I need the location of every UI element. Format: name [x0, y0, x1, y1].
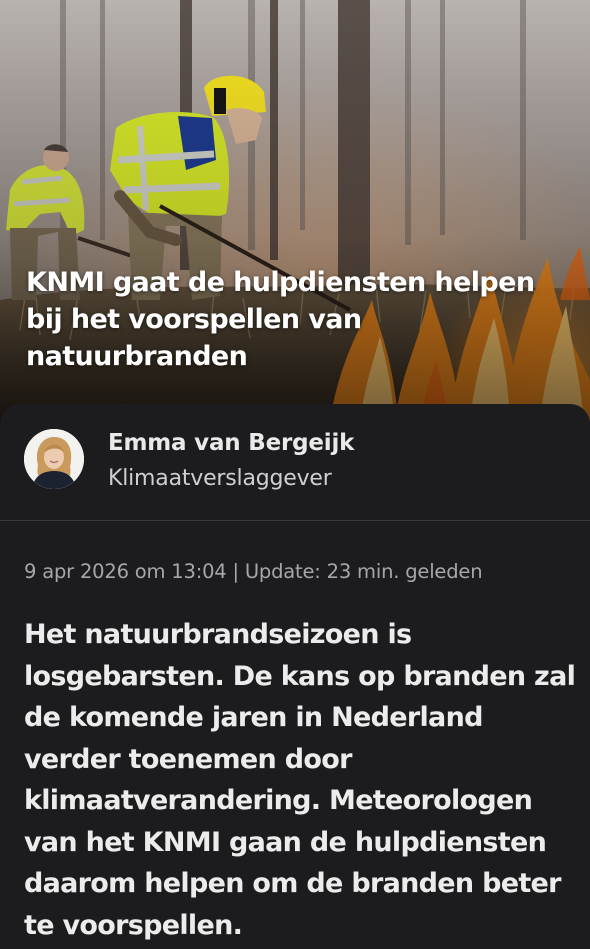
hero-image: KNMI gaat de hulpdiensten helpen bij het… [0, 0, 590, 430]
article-lead: Het natuurbrandseizoen is losgebarsten. … [24, 619, 576, 941]
article-title: KNMI gaat de hulpdiensten helpen bij het… [26, 267, 535, 372]
article-dateline: 9 apr 2026 om 13:04 | Update: 23 min. ge… [24, 560, 483, 583]
author-block[interactable]: Emma van Bergeijk Klimaatverslaggever [0, 404, 590, 521]
article-sheet: Emma van Bergeijk Klimaatverslaggever 9 … [0, 404, 590, 949]
author-avatar[interactable] [24, 429, 84, 489]
author-name[interactable]: Emma van Bergeijk [108, 430, 354, 456]
author-role: Klimaatverslaggever [108, 466, 332, 491]
